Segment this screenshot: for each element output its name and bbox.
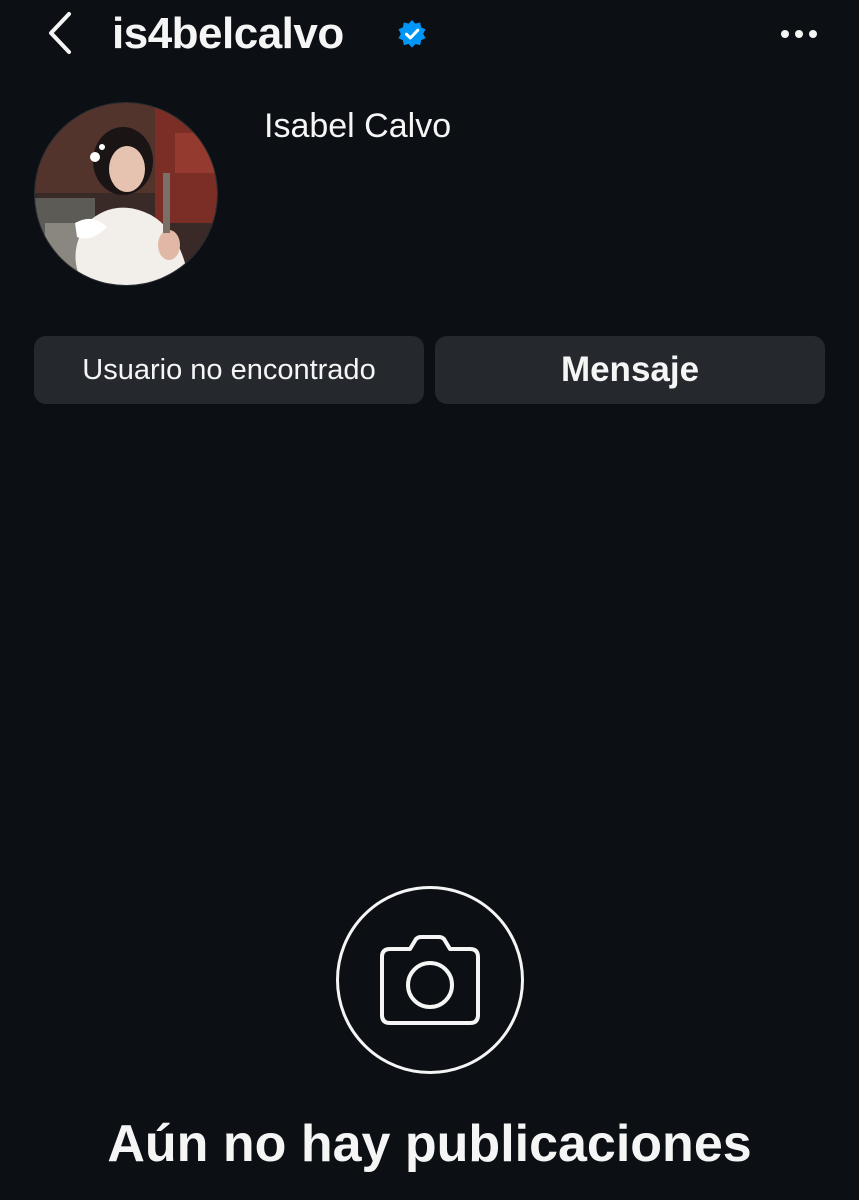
profile-username: is4belcalvo [112,9,344,58]
avatar-photo [35,103,217,285]
more-horizontal-icon [781,30,817,38]
chevron-left-icon [49,12,71,54]
profile-avatar[interactable] [34,102,218,286]
user-not-found-label: Usuario no encontrado [82,353,376,386]
camera-icon [380,935,480,1025]
more-options-button[interactable] [772,14,826,54]
verified-badge-icon [398,20,426,48]
message-label: Mensaje [560,350,700,389]
profile-display-name: Isabel Calvo [264,107,452,145]
back-button[interactable] [38,10,82,56]
profile-header: is4belcalvo [0,0,859,70]
empty-posts-circle [336,886,524,1074]
message-button[interactable]: Mensaje [435,336,825,404]
user-not-found-button[interactable]: Usuario no encontrado [34,336,424,404]
no-posts-title: Aún no hay publicaciones [107,1115,752,1173]
